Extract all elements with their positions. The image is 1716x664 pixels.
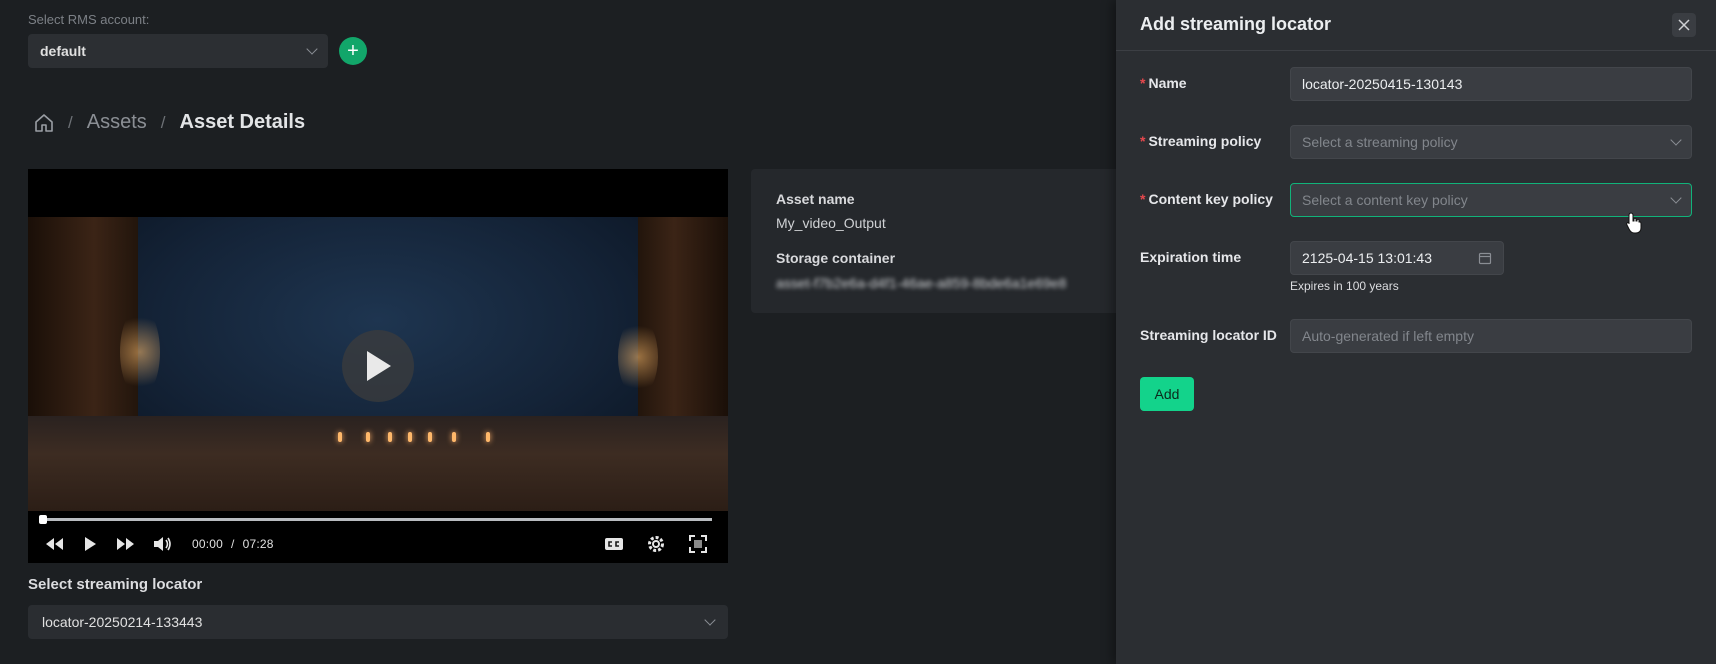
captions-icon[interactable] — [600, 533, 628, 555]
asset-name-value: My_video_Output — [776, 215, 886, 231]
streaming-policy-select[interactable]: Select a streaming policy — [1290, 125, 1692, 159]
name-input-value: locator-20250415-130143 — [1302, 76, 1463, 92]
breadcrumb-separator: / — [68, 112, 73, 132]
rms-account-select[interactable]: default — [28, 34, 328, 68]
expiration-time-input[interactable]: 2125-04-15 13:01:43 — [1290, 241, 1504, 275]
expiration-hint: Expires in 100 years — [1290, 279, 1399, 293]
player-controls: 00:00 / 07:28 — [40, 532, 720, 556]
current-time: 00:00 — [192, 537, 224, 551]
seek-bar[interactable] — [39, 515, 712, 524]
add-account-button[interactable]: + — [339, 37, 367, 65]
rewind-icon[interactable] — [40, 533, 68, 555]
required-marker: * — [1140, 75, 1146, 91]
chevron-down-icon — [306, 43, 318, 55]
close-button[interactable] — [1672, 13, 1696, 37]
video-scene-ground — [28, 416, 728, 511]
play-icon[interactable] — [76, 533, 104, 555]
name-input[interactable]: locator-20250415-130143 — [1290, 67, 1692, 101]
chevron-down-icon — [704, 614, 716, 626]
hand-cursor-icon — [1626, 212, 1642, 234]
streaming-locator-select[interactable]: locator-20250214-133443 — [28, 605, 728, 639]
fast-forward-icon[interactable] — [112, 533, 140, 555]
breadcrumb: / Assets / Asset Details — [34, 111, 305, 134]
breadcrumb-assets-link[interactable]: Assets — [87, 111, 147, 134]
content-key-policy-placeholder: Select a content key policy — [1302, 192, 1468, 208]
volume-icon[interactable] — [148, 533, 176, 555]
rms-account-value: default — [40, 43, 86, 59]
streaming-policy-placeholder: Select a streaming policy — [1302, 134, 1458, 150]
plus-icon: + — [347, 40, 359, 62]
required-marker: * — [1140, 191, 1146, 207]
storage-container-label: Storage container — [776, 250, 896, 266]
video-scene-glow-right — [618, 317, 658, 397]
content-key-policy-label: * Content key policy — [1140, 191, 1273, 207]
drawer-title: Add streaming locator — [1140, 14, 1332, 34]
expiration-time-value: 2125-04-15 13:01:43 — [1302, 250, 1432, 266]
home-icon[interactable] — [34, 113, 54, 133]
time-separator: / — [231, 537, 235, 551]
duration: 07:28 — [242, 537, 274, 551]
seek-handle[interactable] — [39, 515, 47, 524]
big-play-button[interactable] — [342, 330, 414, 402]
breadcrumb-separator: / — [160, 112, 166, 132]
streaming-policy-label: * Streaming policy — [1140, 133, 1262, 149]
breadcrumb-current: Asset Details — [179, 111, 306, 133]
streaming-locator-id-placeholder: Auto-generated if left empty — [1302, 328, 1474, 344]
chevron-down-icon — [1670, 192, 1682, 204]
expiration-time-label: Expiration time — [1140, 249, 1242, 265]
name-label: * Name — [1140, 75, 1187, 91]
required-marker: * — [1140, 133, 1146, 149]
video-scene-glow-left — [120, 307, 160, 397]
video-player[interactable]: 00:00 / 07:28 — [28, 169, 728, 563]
asset-details-card: Asset name My_video_Output Storage conta… — [751, 169, 1151, 313]
streaming-locator-id-label: Streaming locator ID — [1140, 327, 1277, 343]
drawer-header: Add streaming locator — [1116, 0, 1716, 51]
play-icon — [367, 351, 391, 381]
streaming-locator-value: locator-20250214-133443 — [42, 614, 203, 630]
video-scene-torches — [328, 432, 498, 452]
close-icon — [1678, 19, 1690, 31]
add-streaming-locator-drawer: Add streaming locator * Name locator-2025… — [1116, 0, 1716, 664]
settings-icon[interactable] — [642, 533, 670, 555]
chevron-down-icon — [1670, 134, 1682, 146]
add-button[interactable]: Add — [1140, 377, 1194, 411]
streaming-locator-label: Select streaming locator — [28, 576, 203, 593]
storage-container-link[interactable]: asset-f7b2e6a-d4f1-46ae-a859-8bde6a1e69e… — [776, 275, 1146, 291]
rms-account-label: Select RMS account: — [28, 12, 150, 27]
asset-name-label: Asset name — [776, 191, 855, 207]
streaming-locator-id-input[interactable]: Auto-generated if left empty — [1290, 319, 1692, 353]
calendar-icon — [1478, 252, 1492, 265]
fullscreen-icon[interactable] — [684, 533, 712, 555]
